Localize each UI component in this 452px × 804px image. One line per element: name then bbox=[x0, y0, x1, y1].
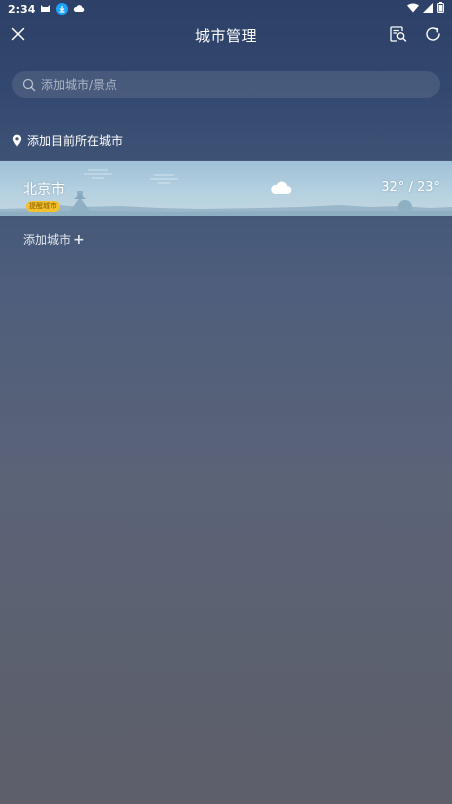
status-left: 2:34 bbox=[8, 3, 85, 16]
city-temperature: 32° / 23° bbox=[381, 180, 440, 195]
page-title: 城市管理 bbox=[194, 26, 257, 45]
city-search-button[interactable] bbox=[389, 25, 407, 43]
close-button[interactable] bbox=[10, 26, 26, 42]
reminder-city-badge: 提醒城市 bbox=[26, 201, 60, 212]
wifi-icon bbox=[407, 3, 419, 16]
search-input[interactable] bbox=[41, 77, 421, 92]
cloud-status-icon bbox=[73, 3, 85, 16]
download-icon bbox=[56, 3, 69, 15]
battery-icon bbox=[437, 2, 444, 16]
city-card[interactable]: 北京市 提醒城市 32° / 23° bbox=[0, 161, 452, 216]
status-time: 2:34 bbox=[8, 2, 36, 16]
status-bar: 2:34 bbox=[0, 0, 452, 18]
city-name: 北京市 bbox=[23, 182, 65, 198]
location-pin-icon bbox=[12, 134, 22, 146]
refresh-icon bbox=[426, 27, 440, 41]
cloud-icon bbox=[271, 181, 292, 194]
locate-label: 添加目前所在城市 bbox=[27, 133, 124, 148]
plus-icon: + bbox=[73, 231, 85, 248]
add-city-button[interactable]: 添加城市 + bbox=[23, 231, 85, 248]
cat-icon bbox=[40, 3, 51, 16]
signal-icon bbox=[423, 2, 433, 16]
document-search-icon bbox=[390, 26, 407, 42]
header: 城市管理 bbox=[0, 18, 452, 52]
refresh-button[interactable] bbox=[424, 25, 442, 43]
search-icon bbox=[22, 78, 36, 91]
status-right bbox=[407, 2, 444, 16]
search-box[interactable] bbox=[12, 71, 440, 98]
add-city-label: 添加城市 bbox=[23, 233, 72, 247]
close-icon bbox=[11, 27, 25, 41]
locate-current-city[interactable]: 添加目前所在城市 bbox=[12, 131, 123, 149]
